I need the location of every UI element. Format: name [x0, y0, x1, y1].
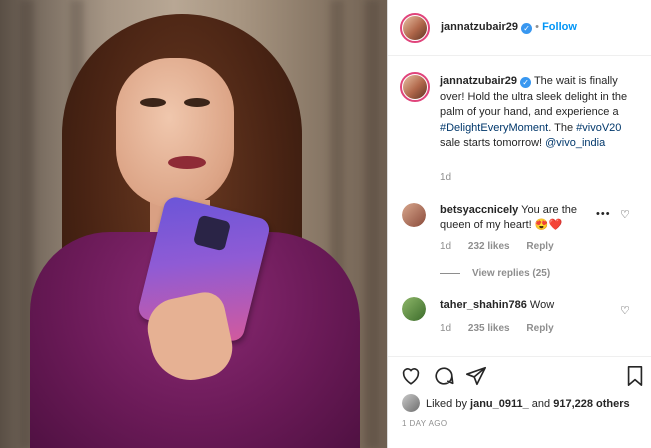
caption-time[interactable]: 1d [440, 172, 451, 183]
comment-meta: 1d 232 likes Reply [440, 241, 568, 252]
liker-avatar[interactable] [402, 394, 420, 412]
comment-1: betsyaccnicely You are the queen of my h… [440, 203, 610, 233]
caption-avatar[interactable] [400, 72, 430, 102]
comment-time[interactable]: 1d [440, 323, 451, 334]
post-header: jannatzubair29 ✓ • Follow [388, 0, 651, 56]
reply-button[interactable]: Reply [526, 241, 553, 252]
comment-2: taher_shahin786 Wow [440, 298, 610, 313]
heart-icon[interactable] [400, 365, 422, 387]
post-caption: jannatzubair29 ✓ The wait is finally ove… [440, 74, 640, 152]
comment-likes[interactable]: 235 likes [468, 323, 510, 334]
comment-text: Wow [529, 299, 555, 311]
share-icon[interactable] [465, 365, 487, 387]
caption-text-2: . The [548, 121, 577, 134]
reply-button[interactable]: Reply [526, 323, 553, 334]
comment-meta: 1d 235 likes Reply [440, 323, 568, 334]
comment-icon[interactable] [433, 365, 455, 387]
comment-emoji: 😍❤️ [534, 219, 563, 231]
caption-username[interactable]: jannatzubair29 [440, 75, 517, 87]
post-photo[interactable] [0, 0, 387, 448]
verified-icon: ✓ [521, 23, 533, 34]
post-side-panel: jannatzubair29 ✓ • Follow jannatzubair29… [387, 0, 651, 448]
more-options-icon[interactable]: ••• [596, 208, 611, 220]
face [116, 58, 234, 208]
header-username[interactable]: jannatzubair29 [441, 21, 518, 33]
comment-like-heart-icon[interactable]: ♡ [620, 304, 630, 317]
hashtag-link[interactable]: #vivoV20 [576, 122, 621, 134]
likes-middle: and [528, 398, 554, 410]
comment-like-heart-icon[interactable]: ♡ [620, 208, 630, 221]
curtain-fold [365, 0, 379, 448]
likes-summary: Liked by janu_0911_ and 917,228 others [426, 398, 630, 410]
comment-username[interactable]: taher_shahin786 [440, 299, 527, 311]
comment-username[interactable]: betsyaccnicely [440, 204, 518, 216]
commenter-avatar[interactable] [402, 203, 426, 227]
view-replies[interactable]: View replies (25) [440, 268, 550, 279]
mention-link[interactable]: @vivo_india [545, 137, 605, 149]
verified-icon: ✓ [520, 77, 532, 88]
eye-left [140, 98, 166, 107]
comment-time[interactable]: 1d [440, 241, 451, 252]
separator-dot: • [535, 21, 540, 33]
hashtag-link[interactable]: #DelightEveryMoment [440, 122, 548, 134]
caption-text-3: sale starts tomorrow! [440, 137, 546, 149]
action-bar: Liked by janu_0911_ and 917,228 others [388, 356, 651, 448]
likes-prefix: Liked by [426, 398, 471, 410]
bookmark-icon[interactable] [624, 365, 646, 387]
lips [168, 156, 206, 169]
header-user-line: jannatzubair29 ✓ • Follow [441, 21, 577, 34]
likes-count[interactable]: 917,228 others [553, 398, 629, 410]
commenter-avatar[interactable] [402, 297, 426, 321]
view-replies-label[interactable]: View replies (25) [472, 268, 550, 279]
replies-divider [440, 272, 460, 274]
follow-button[interactable]: Follow [542, 21, 577, 33]
liker-username[interactable]: janu_0911_ [470, 398, 529, 410]
post-date[interactable]: 1 DAY AGO [402, 419, 448, 428]
avatar[interactable] [400, 13, 430, 43]
eye-right [184, 98, 210, 107]
comment-likes[interactable]: 232 likes [468, 241, 510, 252]
